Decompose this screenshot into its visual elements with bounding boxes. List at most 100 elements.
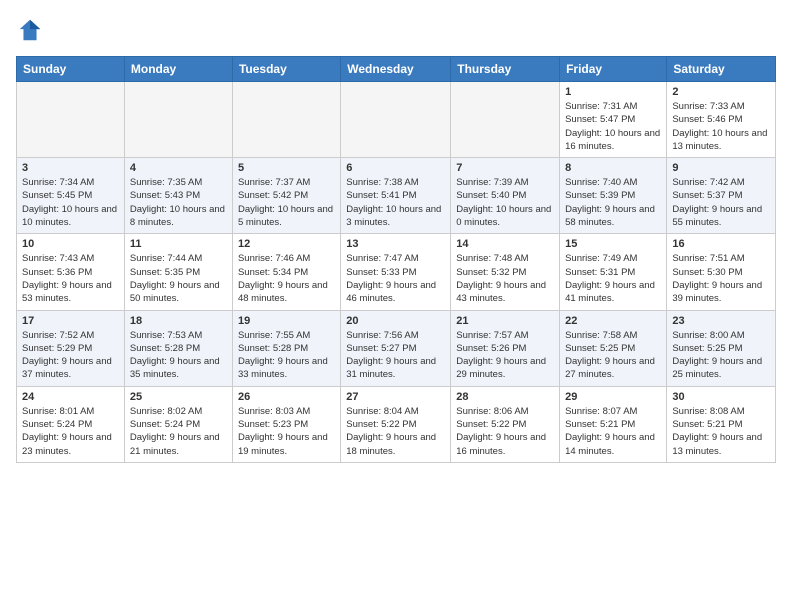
calendar-cell: 11 Sunrise: 7:44 AMSunset: 5:35 PMDayligh… xyxy=(124,234,232,310)
day-info: Sunrise: 7:37 AMSunset: 5:42 PMDaylight:… xyxy=(238,176,335,229)
calendar-cell: 25Sunrise: 8:02 AMSunset: 5:24 PMDayligh… xyxy=(124,386,232,462)
day-number: 30 xyxy=(672,391,770,403)
day-number: 12 xyxy=(238,238,335,250)
day-info: Sunrise: 7:42 AMSunset: 5:37 PMDaylight:… xyxy=(672,176,770,229)
day-info: Sunrise: 8:03 AMSunset: 5:23 PMDaylight:… xyxy=(238,405,335,458)
day-number: 11 xyxy=(130,238,227,250)
col-header-sunday: Sunday xyxy=(17,57,125,82)
day-number: 5 xyxy=(238,162,335,174)
day-number: 29 xyxy=(565,391,661,403)
day-info: Sunrise: 7:43 AMSunset: 5:36 PMDaylight:… xyxy=(22,252,119,305)
calendar-week-row: 1 Sunrise: 7:31 AMSunset: 5:47 PMDaylight… xyxy=(17,82,776,158)
calendar-cell: 23 Sunrise: 8:00 AMSunset: 5:25 PMDayligh… xyxy=(667,310,776,386)
calendar-cell: 1 Sunrise: 7:31 AMSunset: 5:47 PMDaylight… xyxy=(560,82,667,158)
day-number: 3 xyxy=(22,162,119,174)
calendar-cell: 14 Sunrise: 7:48 AMSunset: 5:32 PMDayligh… xyxy=(451,234,560,310)
calendar-cell: 27Sunrise: 8:04 AMSunset: 5:22 PMDayligh… xyxy=(341,386,451,462)
calendar-cell: 18 Sunrise: 7:53 AMSunset: 5:28 PMDayligh… xyxy=(124,310,232,386)
calendar-week-row: 10 Sunrise: 7:43 AMSunset: 5:36 PMDayligh… xyxy=(17,234,776,310)
day-info: Sunrise: 7:35 AMSunset: 5:43 PMDaylight:… xyxy=(130,176,227,229)
calendar-cell: 6 Sunrise: 7:38 AMSunset: 5:41 PMDaylight… xyxy=(341,158,451,234)
day-number: 8 xyxy=(565,162,661,174)
day-number: 10 xyxy=(22,238,119,250)
calendar-cell: 13 Sunrise: 7:47 AMSunset: 5:33 PMDayligh… xyxy=(341,234,451,310)
calendar-cell xyxy=(341,82,451,158)
day-info: Sunrise: 7:47 AMSunset: 5:33 PMDaylight:… xyxy=(346,252,445,305)
calendar: SundayMondayTuesdayWednesdayThursdayFrid… xyxy=(16,56,776,463)
day-info: Sunrise: 8:01 AMSunset: 5:24 PMDaylight:… xyxy=(22,405,119,458)
calendar-cell: 16 Sunrise: 7:51 AMSunset: 5:30 PMDayligh… xyxy=(667,234,776,310)
calendar-cell: 28 Sunrise: 8:06 AMSunset: 5:22 PMDayligh… xyxy=(451,386,560,462)
calendar-cell: 8 Sunrise: 7:40 AMSunset: 5:39 PMDaylight… xyxy=(560,158,667,234)
day-number: 22 xyxy=(565,315,661,327)
day-number: 1 xyxy=(565,86,661,98)
calendar-cell: 26 Sunrise: 8:03 AMSunset: 5:23 PMDayligh… xyxy=(232,386,340,462)
calendar-cell: 22 Sunrise: 7:58 AMSunset: 5:25 PMDayligh… xyxy=(560,310,667,386)
calendar-cell: 12 Sunrise: 7:46 AMSunset: 5:34 PMDayligh… xyxy=(232,234,340,310)
day-info: Sunrise: 7:51 AMSunset: 5:30 PMDaylight:… xyxy=(672,252,770,305)
day-info: Sunrise: 7:48 AMSunset: 5:32 PMDaylight:… xyxy=(456,252,554,305)
col-header-thursday: Thursday xyxy=(451,57,560,82)
calendar-cell: 19 Sunrise: 7:55 AMSunset: 5:28 PMDayligh… xyxy=(232,310,340,386)
col-header-saturday: Saturday xyxy=(667,57,776,82)
day-number: 17 xyxy=(22,315,119,327)
day-number: 21 xyxy=(456,315,554,327)
col-header-friday: Friday xyxy=(560,57,667,82)
logo-icon xyxy=(16,16,44,44)
day-number: 9 xyxy=(672,162,770,174)
page-header xyxy=(16,16,776,44)
col-header-wednesday: Wednesday xyxy=(341,57,451,82)
day-info: Sunrise: 7:44 AMSunset: 5:35 PMDaylight:… xyxy=(130,252,227,305)
day-info: Sunrise: 7:40 AMSunset: 5:39 PMDaylight:… xyxy=(565,176,661,229)
calendar-week-row: 17 Sunrise: 7:52 AMSunset: 5:29 PMDayligh… xyxy=(17,310,776,386)
calendar-cell: 24 Sunrise: 8:01 AMSunset: 5:24 PMDayligh… xyxy=(17,386,125,462)
calendar-cell: 17 Sunrise: 7:52 AMSunset: 5:29 PMDayligh… xyxy=(17,310,125,386)
calendar-cell xyxy=(124,82,232,158)
day-number: 14 xyxy=(456,238,554,250)
day-info: Sunrise: 7:46 AMSunset: 5:34 PMDaylight:… xyxy=(238,252,335,305)
day-info: Sunrise: 7:58 AMSunset: 5:25 PMDaylight:… xyxy=(565,329,661,382)
calendar-cell xyxy=(451,82,560,158)
day-info: Sunrise: 7:57 AMSunset: 5:26 PMDaylight:… xyxy=(456,329,554,382)
day-info: Sunrise: 7:33 AMSunset: 5:46 PMDaylight:… xyxy=(672,100,770,153)
day-info: Sunrise: 7:55 AMSunset: 5:28 PMDaylight:… xyxy=(238,329,335,382)
col-header-monday: Monday xyxy=(124,57,232,82)
calendar-cell: 2Sunrise: 7:33 AMSunset: 5:46 PMDaylight… xyxy=(667,82,776,158)
day-number: 13 xyxy=(346,238,445,250)
day-number: 25 xyxy=(130,391,227,403)
day-number: 15 xyxy=(565,238,661,250)
day-info: Sunrise: 7:53 AMSunset: 5:28 PMDaylight:… xyxy=(130,329,227,382)
calendar-cell: 30Sunrise: 8:08 AMSunset: 5:21 PMDayligh… xyxy=(667,386,776,462)
calendar-cell: 10 Sunrise: 7:43 AMSunset: 5:36 PMDayligh… xyxy=(17,234,125,310)
day-number: 7 xyxy=(456,162,554,174)
day-info: Sunrise: 8:07 AMSunset: 5:21 PMDaylight:… xyxy=(565,405,661,458)
calendar-cell: 9 Sunrise: 7:42 AMSunset: 5:37 PMDaylight… xyxy=(667,158,776,234)
calendar-cell: 5 Sunrise: 7:37 AMSunset: 5:42 PMDaylight… xyxy=(232,158,340,234)
day-number: 26 xyxy=(238,391,335,403)
day-number: 18 xyxy=(130,315,227,327)
day-number: 23 xyxy=(672,315,770,327)
day-number: 28 xyxy=(456,391,554,403)
col-header-tuesday: Tuesday xyxy=(232,57,340,82)
day-info: Sunrise: 7:38 AMSunset: 5:41 PMDaylight:… xyxy=(346,176,445,229)
day-info: Sunrise: 7:56 AMSunset: 5:27 PMDaylight:… xyxy=(346,329,445,382)
calendar-cell xyxy=(232,82,340,158)
day-info: Sunrise: 7:31 AMSunset: 5:47 PMDaylight:… xyxy=(565,100,661,153)
day-info: Sunrise: 7:39 AMSunset: 5:40 PMDaylight:… xyxy=(456,176,554,229)
calendar-cell: 15 Sunrise: 7:49 AMSunset: 5:31 PMDayligh… xyxy=(560,234,667,310)
calendar-header-row: SundayMondayTuesdayWednesdayThursdayFrid… xyxy=(17,57,776,82)
day-number: 19 xyxy=(238,315,335,327)
day-number: 4 xyxy=(130,162,227,174)
day-number: 6 xyxy=(346,162,445,174)
day-info: Sunrise: 8:00 AMSunset: 5:25 PMDaylight:… xyxy=(672,329,770,382)
day-number: 24 xyxy=(22,391,119,403)
day-info: Sunrise: 7:52 AMSunset: 5:29 PMDaylight:… xyxy=(22,329,119,382)
calendar-cell: 4 Sunrise: 7:35 AMSunset: 5:43 PMDaylight… xyxy=(124,158,232,234)
day-number: 27 xyxy=(346,391,445,403)
day-info: Sunrise: 8:06 AMSunset: 5:22 PMDaylight:… xyxy=(456,405,554,458)
calendar-cell: 21 Sunrise: 7:57 AMSunset: 5:26 PMDayligh… xyxy=(451,310,560,386)
calendar-cell: 20Sunrise: 7:56 AMSunset: 5:27 PMDayligh… xyxy=(341,310,451,386)
calendar-cell: 7 Sunrise: 7:39 AMSunset: 5:40 PMDaylight… xyxy=(451,158,560,234)
day-info: Sunrise: 7:49 AMSunset: 5:31 PMDaylight:… xyxy=(565,252,661,305)
day-number: 16 xyxy=(672,238,770,250)
